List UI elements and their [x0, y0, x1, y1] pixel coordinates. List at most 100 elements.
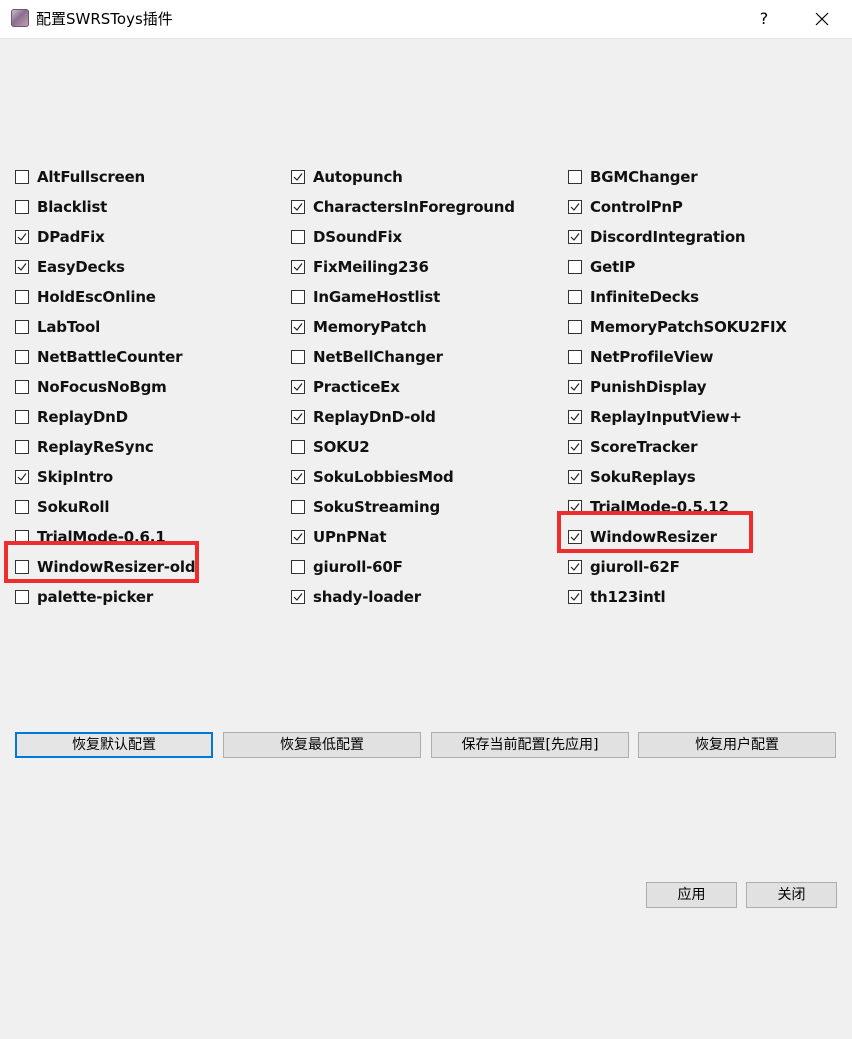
- apply-button[interactable]: 应用: [646, 882, 737, 908]
- plugin-checkbox[interactable]: [15, 380, 29, 394]
- plugin-checkbox[interactable]: [291, 230, 305, 244]
- plugin-label: giuroll-60F: [313, 558, 403, 576]
- plugin-checkbox[interactable]: [291, 470, 305, 484]
- plugin-label: MemoryPatchSOKU2FIX: [590, 318, 787, 336]
- plugin-item[interactable]: Autopunch: [291, 165, 403, 189]
- plugin-checkbox[interactable]: [15, 410, 29, 424]
- help-button[interactable]: ?: [744, 0, 784, 38]
- plugin-checkbox[interactable]: [291, 380, 305, 394]
- plugin-item[interactable]: SokuReplays: [568, 465, 696, 489]
- plugin-item[interactable]: Blacklist: [15, 195, 107, 219]
- plugin-item[interactable]: DPadFix: [15, 225, 105, 249]
- checkmark-icon: [570, 233, 580, 241]
- title-bar[interactable]: 配置SWRSToys插件 ?: [0, 0, 852, 39]
- plugin-checkbox[interactable]: [291, 500, 305, 514]
- plugin-checkbox[interactable]: [568, 470, 582, 484]
- plugin-item[interactable]: EasyDecks: [15, 255, 125, 279]
- plugin-checkbox[interactable]: [291, 200, 305, 214]
- restore-user-button[interactable]: 恢复用户配置: [638, 732, 836, 758]
- checkmark-icon: [293, 413, 303, 421]
- plugin-checkbox[interactable]: [291, 440, 305, 454]
- plugin-item[interactable]: SkipIntro: [15, 465, 113, 489]
- plugin-item[interactable]: NetBattleCounter: [15, 345, 183, 369]
- restore-default-button[interactable]: 恢复默认配置: [15, 732, 213, 758]
- plugin-checkbox[interactable]: [15, 260, 29, 274]
- plugin-checkbox[interactable]: [568, 260, 582, 274]
- plugin-item[interactable]: giuroll-60F: [291, 555, 403, 579]
- plugin-checkbox[interactable]: [15, 200, 29, 214]
- plugin-item[interactable]: NetProfileView: [568, 345, 713, 369]
- plugin-checkbox[interactable]: [291, 170, 305, 184]
- plugin-item[interactable]: SokuRoll: [15, 495, 110, 519]
- checkmark-icon: [570, 443, 580, 451]
- plugin-item[interactable]: FixMeiling236: [291, 255, 429, 279]
- plugin-checkbox[interactable]: [568, 590, 582, 604]
- plugin-checkbox[interactable]: [568, 350, 582, 364]
- plugin-label: BGMChanger: [590, 168, 698, 186]
- plugin-item[interactable]: ReplayDnD: [15, 405, 128, 429]
- plugin-checkbox[interactable]: [15, 170, 29, 184]
- plugin-item[interactable]: MemoryPatch: [291, 315, 427, 339]
- plugin-checkbox[interactable]: [15, 290, 29, 304]
- plugin-checkbox[interactable]: [15, 320, 29, 334]
- plugin-item[interactable]: ReplayInputView+: [568, 405, 742, 429]
- plugin-item[interactable]: PracticeEx: [291, 375, 400, 399]
- plugin-checkbox[interactable]: [568, 170, 582, 184]
- plugin-item[interactable]: palette-picker: [15, 585, 153, 609]
- plugin-item[interactable]: AltFullscreen: [15, 165, 145, 189]
- plugin-item[interactable]: ScoreTracker: [568, 435, 698, 459]
- plugin-item[interactable]: InfiniteDecks: [568, 285, 699, 309]
- restore-minimum-button[interactable]: 恢复最低配置: [223, 732, 421, 758]
- plugin-checkbox[interactable]: [15, 590, 29, 604]
- plugin-item[interactable]: SokuLobbiesMod: [291, 465, 454, 489]
- plugin-item[interactable]: ReplayDnD-old: [291, 405, 436, 429]
- plugin-item[interactable]: th123intl: [568, 585, 666, 609]
- checkmark-icon: [570, 203, 580, 211]
- plugin-checkbox[interactable]: [568, 380, 582, 394]
- plugin-checkbox[interactable]: [291, 530, 305, 544]
- plugin-item[interactable]: ReplayReSync: [15, 435, 154, 459]
- plugin-item[interactable]: PunishDisplay: [568, 375, 707, 399]
- plugin-label: Autopunch: [313, 168, 403, 186]
- plugin-checkbox[interactable]: [568, 200, 582, 214]
- plugin-item[interactable]: InGameHostlist: [291, 285, 440, 309]
- plugin-item[interactable]: LabTool: [15, 315, 100, 339]
- plugin-checkbox[interactable]: [568, 440, 582, 454]
- save-current-button[interactable]: 保存当前配置[先应用]: [431, 732, 629, 758]
- plugin-checkbox[interactable]: [568, 230, 582, 244]
- plugin-item[interactable]: SokuStreaming: [291, 495, 440, 519]
- plugin-checkbox[interactable]: [568, 410, 582, 424]
- plugin-item[interactable]: DiscordIntegration: [568, 225, 746, 249]
- plugin-item[interactable]: NetBellChanger: [291, 345, 443, 369]
- plugin-item[interactable]: GetIP: [568, 255, 635, 279]
- plugin-item[interactable]: giuroll-62F: [568, 555, 680, 579]
- plugin-checkbox[interactable]: [15, 500, 29, 514]
- plugin-checkbox[interactable]: [291, 350, 305, 364]
- close-window-button[interactable]: [800, 0, 844, 38]
- plugin-checkbox[interactable]: [291, 590, 305, 604]
- plugin-checkbox[interactable]: [15, 230, 29, 244]
- plugin-checkbox[interactable]: [15, 470, 29, 484]
- plugin-checkbox[interactable]: [568, 290, 582, 304]
- plugin-checkbox[interactable]: [291, 260, 305, 274]
- plugin-item[interactable]: BGMChanger: [568, 165, 698, 189]
- plugin-checkbox[interactable]: [291, 290, 305, 304]
- plugin-checkbox[interactable]: [291, 320, 305, 334]
- plugin-item[interactable]: CharactersInForeground: [291, 195, 515, 219]
- plugin-checkbox[interactable]: [568, 560, 582, 574]
- app-icon: [11, 9, 29, 27]
- plugin-checkbox[interactable]: [291, 560, 305, 574]
- close-button[interactable]: 关闭: [746, 882, 837, 908]
- plugin-checkbox[interactable]: [291, 410, 305, 424]
- plugin-checkbox[interactable]: [15, 440, 29, 454]
- plugin-item[interactable]: HoldEscOnline: [15, 285, 156, 309]
- plugin-item[interactable]: DSoundFix: [291, 225, 402, 249]
- plugin-item[interactable]: NoFocusNoBgm: [15, 375, 167, 399]
- plugin-checkbox[interactable]: [15, 350, 29, 364]
- plugin-item[interactable]: shady-loader: [291, 585, 421, 609]
- plugin-checkbox[interactable]: [568, 320, 582, 334]
- plugin-item[interactable]: UPnPNat: [291, 525, 386, 549]
- plugin-item[interactable]: SOKU2: [291, 435, 370, 459]
- plugin-item[interactable]: MemoryPatchSOKU2FIX: [568, 315, 787, 339]
- plugin-item[interactable]: ControlPnP: [568, 195, 683, 219]
